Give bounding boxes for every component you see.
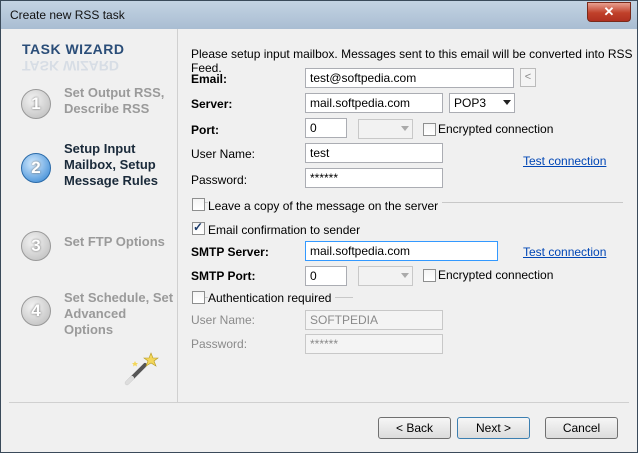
auth-password-label: Password: (191, 337, 248, 351)
server-field[interactable]: mail.softpedia.com (305, 93, 443, 113)
magic-wand-icon (125, 352, 159, 385)
smtp-port-field[interactable]: 0 (305, 266, 347, 286)
server-label: Server: (191, 97, 233, 111)
window-title: Create new RSS task (10, 8, 125, 22)
close-button[interactable]: ✕ (587, 2, 631, 22)
smtp-port-label: SMTP Port: (191, 269, 256, 283)
step-number-icon: 1 (21, 89, 51, 119)
email-confirmation-label: Email confirmation to sender (208, 223, 361, 237)
dialog-window: Create new RSS task ✕ TASK WIZARD TASK W… (0, 0, 638, 453)
cancel-button[interactable]: Cancel (545, 417, 618, 439)
username-field[interactable]: test (305, 143, 443, 163)
authentication-checkbox[interactable] (192, 291, 205, 304)
step-label: Set Output RSS, Describe RSS (64, 85, 165, 116)
footer-divider (9, 402, 629, 403)
mailbox-setup-form: Please setup input mailbox. Messages sen… (178, 29, 637, 402)
port-field[interactable]: 0 (305, 118, 347, 138)
test-connection-link[interactable]: Test connection (523, 154, 606, 168)
leave-copy-label: Leave a copy of the message on the serve… (208, 199, 443, 213)
wizard-title-reflection: TASK WIZARD (22, 58, 119, 74)
email-label: Email: (191, 72, 228, 86)
email-picker-button[interactable]: < (520, 68, 536, 87)
port-preset-select (358, 119, 413, 139)
back-button[interactable]: < Back (378, 417, 451, 439)
step-number-icon: 3 (21, 231, 51, 261)
auth-username-field: SOFTPEDIA (305, 310, 443, 330)
chevron-down-icon (401, 126, 409, 131)
wizard-step-3: 3 Set FTP Options (21, 231, 171, 264)
smtp-encrypted-connection-checkbox[interactable] (423, 269, 436, 282)
step-label: Set FTP Options (64, 234, 165, 249)
port-label: Port: (191, 123, 219, 137)
close-icon: ✕ (603, 4, 615, 19)
wizard-sidebar: TASK WIZARD TASK WIZARD 1 Set Output RSS… (9, 29, 178, 402)
leave-copy-checkbox[interactable] (192, 198, 205, 211)
encrypted-connection-label: Encrypted connection (438, 122, 554, 136)
step-number-icon: 2 (21, 153, 51, 183)
smtp-test-connection-link[interactable]: Test connection (523, 245, 606, 259)
authentication-label: Authentication required (208, 291, 336, 305)
email-confirmation-checkbox[interactable] (192, 220, 205, 235)
username-label: User Name: (191, 147, 256, 161)
step-number-icon: 4 (21, 296, 51, 326)
smtp-encrypted-connection-label: Encrypted connection (438, 268, 554, 282)
chevron-down-icon (401, 273, 409, 278)
smtp-server-field[interactable]: mail.softpedia.com (305, 241, 498, 261)
chevron-down-icon (503, 100, 511, 105)
email-field[interactable]: test@softpedia.com (305, 68, 514, 88)
title-bar: Create new RSS task ✕ (1, 1, 637, 29)
password-label: Password: (191, 173, 248, 187)
wizard-step-2: 2 Setup Input Mailbox, Setup Message Rul… (21, 141, 171, 211)
auth-password-field: ****** (305, 334, 443, 354)
smtp-server-label: SMTP Server: (191, 245, 269, 259)
wizard-title: TASK WIZARD (22, 41, 125, 57)
auth-username-label: User Name: (191, 313, 256, 327)
protocol-value: POP3 (454, 96, 487, 110)
wizard-step-4: 4 Set Schedule, Set Advanced Options (21, 290, 174, 340)
next-button[interactable]: Next > (457, 417, 530, 439)
step-label: Setup Input Mailbox, Setup Message Rules (64, 141, 158, 188)
step-label: Set Schedule, Set Advanced Options (64, 290, 174, 337)
protocol-select[interactable]: POP3 (449, 93, 515, 113)
wizard-step-1: 1 Set Output RSS, Describe RSS (21, 85, 171, 125)
smtp-port-preset-select (358, 266, 413, 286)
password-field[interactable]: ****** (305, 168, 443, 188)
encrypted-connection-checkbox[interactable] (423, 123, 436, 136)
